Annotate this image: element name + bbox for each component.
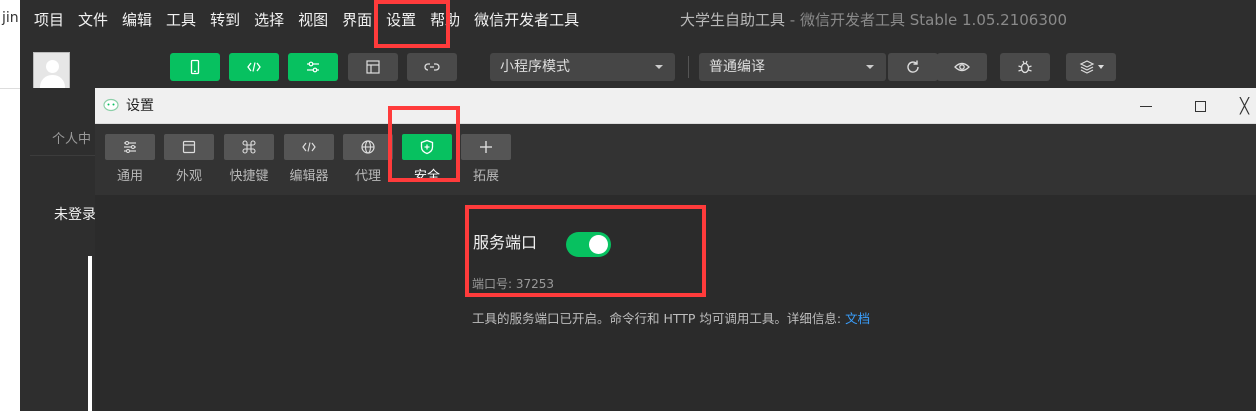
menu-project[interactable]: 项目 [20, 0, 71, 40]
phone-icon [190, 59, 200, 75]
debug-button[interactable] [1000, 53, 1050, 81]
preview-button[interactable] [937, 53, 987, 81]
tab-shortcuts[interactable]: 快捷键 [224, 134, 274, 184]
dialog-titlebar: 设置 ╳ [95, 88, 1256, 124]
tab-label: 快捷键 [229, 169, 269, 184]
sliders-icon [124, 141, 136, 153]
chevron-down-icon [866, 65, 874, 69]
chevron-down-icon [1097, 65, 1104, 69]
divider [30, 155, 95, 156]
close-button[interactable]: ╳ [1233, 88, 1256, 124]
sidebar-tab-personal[interactable]: 个人中 [52, 128, 91, 147]
background-sidebar: 个人中 未登录 [20, 88, 96, 411]
menu-bar: 项目 文件 编辑 工具 转到 选择 视图 界面 设置 帮助 微信开发者工具 [20, 0, 1256, 40]
minimize-button[interactable] [1123, 88, 1168, 124]
tab-label: 拓展 [472, 169, 499, 184]
layers-icon [1079, 60, 1094, 74]
menu-interface[interactable]: 界面 [335, 0, 379, 40]
description-text: 工具的服务端口已开启。命令行和 HTTP 均可调用工具。详细信息: [472, 311, 846, 326]
compile-select[interactable]: 普通编译 [699, 53, 886, 81]
link-cloud-icon [424, 63, 440, 71]
refresh-button[interactable] [888, 53, 938, 81]
tab-label: 代理 [354, 169, 381, 184]
layers-button[interactable] [1066, 53, 1116, 81]
toolbar: 小程序模式 普通编译 [20, 40, 1256, 89]
preview-eye-icon [954, 62, 970, 72]
code-icon [302, 142, 316, 152]
mode-select[interactable]: 小程序模式 [490, 53, 675, 81]
tab-label: 通用 [116, 169, 143, 184]
simulator-button[interactable] [170, 53, 220, 81]
plus-icon [480, 141, 492, 153]
compile-select-value: 普通编译 [709, 59, 765, 75]
menu-tools[interactable]: 工具 [159, 0, 203, 40]
documentation-link[interactable]: 文档 [845, 311, 870, 326]
menu-file[interactable]: 文件 [71, 0, 115, 40]
wechat-devtools-logo-icon [103, 98, 119, 112]
maximize-button[interactable] [1178, 88, 1223, 124]
divider [88, 256, 92, 411]
app-version: - 微信开发者工具 Stable 1.05.2106300 [785, 11, 1067, 29]
toolbar-divider [688, 56, 689, 78]
globe-icon [361, 140, 375, 154]
refresh-icon [907, 60, 919, 73]
background-edge-text: jin [2, 10, 19, 26]
app-title: 大学生自助工具 - 微信开发者工具 Stable 1.05.2106300 [680, 0, 1067, 40]
tab-general[interactable]: 通用 [105, 134, 155, 184]
divider [0, 88, 20, 89]
avatar[interactable] [33, 52, 70, 89]
menu-edit[interactable]: 编辑 [115, 0, 159, 40]
tab-editor[interactable]: 编辑器 [284, 134, 334, 184]
command-icon [242, 140, 256, 154]
menu-wechat-devtools[interactable]: 微信开发者工具 [467, 0, 586, 40]
highlight-settings-menu [374, 0, 450, 48]
cloud-button[interactable] [407, 53, 457, 81]
maximize-icon [1195, 100, 1206, 112]
menu-select[interactable]: 选择 [247, 0, 291, 40]
tab-label: 编辑器 [289, 169, 329, 184]
tab-label: 外观 [175, 169, 202, 184]
tab-appearance[interactable]: 外观 [164, 134, 214, 184]
login-status[interactable]: 未登录 [54, 204, 96, 224]
code-icon [247, 62, 261, 72]
window-icon [182, 140, 196, 154]
chevron-down-icon [655, 65, 663, 69]
tab-extensions[interactable]: 拓展 [461, 134, 511, 184]
highlight-security-tab [388, 106, 460, 182]
menu-goto[interactable]: 转到 [203, 0, 247, 40]
visual-button[interactable] [348, 53, 398, 81]
highlight-service-port [465, 205, 706, 297]
sliders-icon [307, 61, 319, 73]
tab-proxy[interactable]: 代理 [343, 134, 393, 184]
debug-bug-icon [1018, 60, 1032, 74]
service-port-description: 工具的服务端口已开启。命令行和 HTTP 均可调用工具。详细信息: 文档 [472, 308, 870, 327]
layout-icon [366, 60, 380, 74]
settings-tabs: 通用 外观 快捷键 编辑器 代理 安全 拓展 [95, 124, 1256, 195]
dialog-title: 设置 [126, 98, 154, 114]
project-name: 大学生自助工具 [680, 11, 786, 29]
background-window-edge: jin [0, 0, 20, 411]
close-icon: ╳ [1239, 97, 1250, 115]
debugger-button[interactable] [288, 53, 338, 81]
mode-select-value: 小程序模式 [500, 59, 570, 75]
editor-button[interactable] [229, 53, 279, 81]
minimize-icon [1139, 105, 1152, 107]
menu-view[interactable]: 视图 [291, 0, 335, 40]
